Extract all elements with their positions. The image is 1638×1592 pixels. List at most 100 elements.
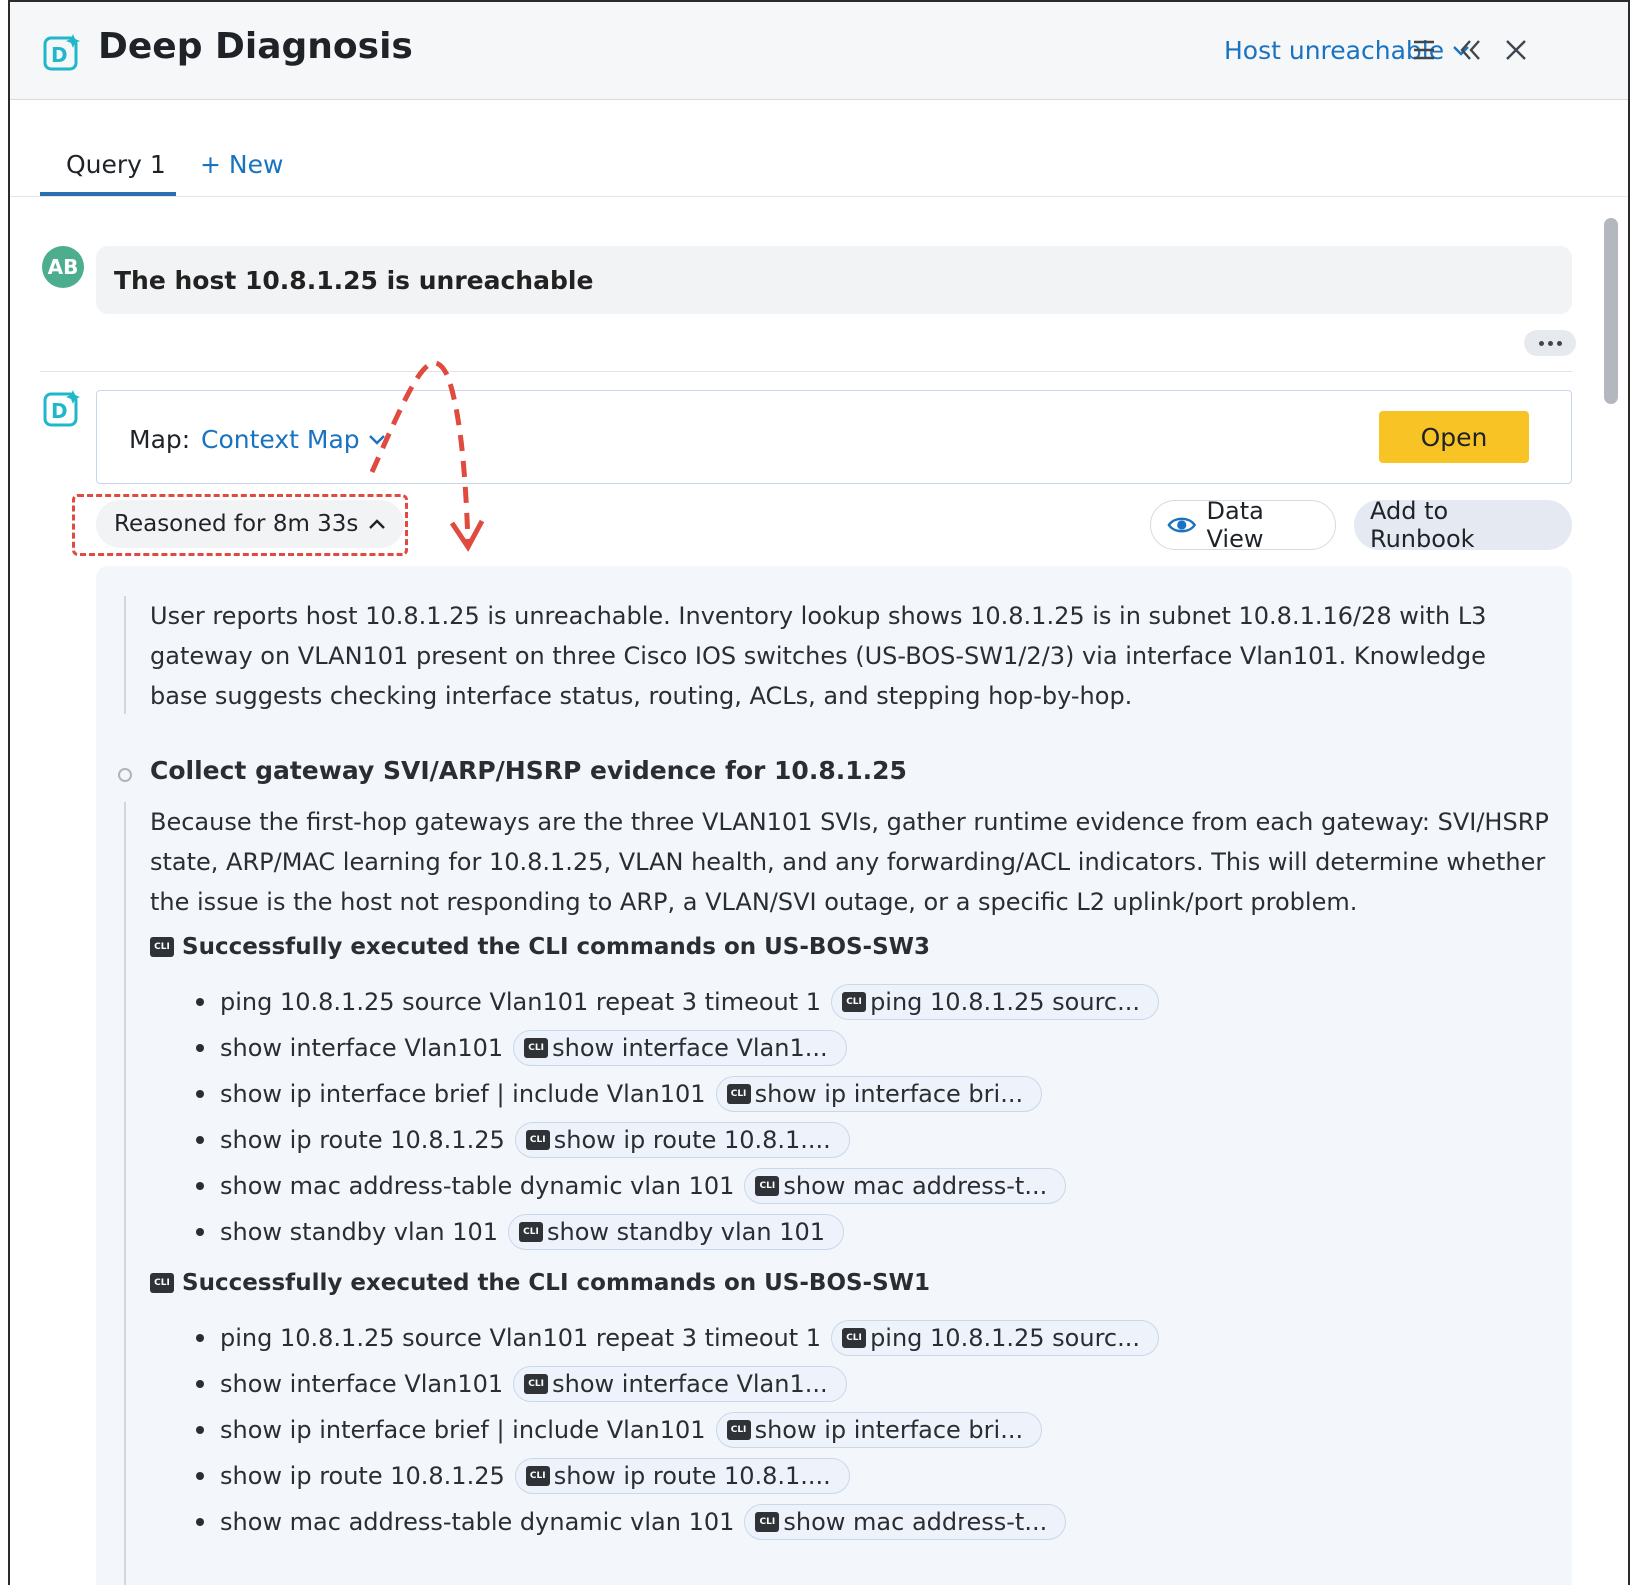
bullet: [196, 1228, 204, 1236]
terminal-icon: CLI: [842, 992, 867, 1012]
map-selector[interactable]: Context Map: [201, 425, 386, 454]
new-query-tab[interactable]: + New: [200, 150, 283, 179]
cli-group-heading-text: Successfully executed the CLI commands o…: [182, 934, 931, 960]
data-view-button[interactable]: Data View: [1150, 497, 1336, 553]
tab-query-1[interactable]: Query 1: [66, 150, 166, 179]
deep-diagnosis-logo-icon: D: [43, 34, 80, 71]
assistant-logo-icon: D: [43, 390, 80, 427]
bullet: [196, 1044, 204, 1052]
command-output-chip[interactable]: CLI show interface Vlan1...: [513, 1030, 847, 1066]
terminal-icon: CLI: [519, 1222, 544, 1242]
list-item: ping 10.8.1.25 source Vlan101 repeat 3 t…: [196, 1320, 1159, 1356]
terminal-icon: CLI: [726, 1084, 751, 1104]
step-title: Collect gateway SVI/ARP/HSRP evidence fo…: [150, 756, 907, 785]
list-item: show interface Vlan101 CLI show interface…: [196, 1366, 847, 1402]
bullet: [196, 1136, 204, 1144]
cli-group-heading-text: Successfully executed the CLI commands o…: [182, 1270, 931, 1296]
map-label: Map:: [129, 425, 191, 454]
list-item: show ip interface brief | include Vlan10…: [196, 1412, 1043, 1448]
terminal-icon: CLI: [150, 1273, 174, 1293]
deep-diagnosis-panel: D Deep Diagnosis Host unreachable Query …: [8, 0, 1630, 1585]
bullet: [196, 1518, 204, 1526]
command-output-chip[interactable]: CLI ping 10.8.1.25 sourc...: [831, 984, 1159, 1020]
query-tabs: Query 1 + New: [10, 100, 1628, 197]
bullet: [196, 1380, 204, 1388]
command-output-chip[interactable]: CLI show ip interface bri...: [715, 1076, 1043, 1112]
command-text: show interface Vlan101: [220, 1370, 504, 1398]
active-tab-indicator: [40, 192, 176, 196]
command-output-chip-label: ping 10.8.1.25 sourc...: [870, 988, 1140, 1016]
command-output-chip[interactable]: CLI show standby vlan 101: [508, 1214, 845, 1250]
terminal-icon: CLI: [525, 1130, 550, 1150]
bullet: [196, 1334, 204, 1342]
step-status-icon: [118, 768, 132, 782]
command-output-chip-label: show ip route 10.8.1....: [553, 1462, 831, 1490]
command-text: show ip interface brief | include Vlan10…: [220, 1416, 706, 1444]
reasoning-summary: User reports host 10.8.1.25 is unreachab…: [150, 602, 1487, 710]
dot-icon: [1547, 340, 1553, 346]
list-item: show mac address-table dynamic vlan 101 …: [196, 1168, 1067, 1204]
list-item: ping 10.8.1.25 source Vlan101 repeat 3 t…: [196, 984, 1159, 1020]
terminal-icon: CLI: [524, 1374, 549, 1394]
dot-icon: [1556, 340, 1562, 346]
eye-icon: [1167, 517, 1197, 533]
add-to-runbook-button[interactable]: Add to Runbook: [1354, 497, 1572, 553]
bullet: [196, 1090, 204, 1098]
cli-group-heading: CLI Successfully executed the CLI comman…: [150, 1270, 930, 1296]
more-options-button[interactable]: [1524, 330, 1576, 356]
command-output-chip[interactable]: CLI show ip route 10.8.1....: [514, 1458, 850, 1494]
terminal-icon: CLI: [755, 1512, 780, 1532]
bullet: [196, 1182, 204, 1190]
command-output-chip[interactable]: CLI show mac address-t...: [744, 1168, 1067, 1204]
reasoning-content: User reports host 10.8.1.25 is unreachab…: [96, 566, 1572, 1585]
list-item: show ip route 10.8.1.25 CLI show ip route…: [196, 1122, 850, 1158]
command-text: show interface Vlan101: [220, 1034, 504, 1062]
command-output-chip[interactable]: CLI show mac address-t...: [744, 1504, 1067, 1540]
command-output-chip-label: show ip interface bri...: [754, 1080, 1024, 1108]
command-text: show ip route 10.8.1.25: [220, 1462, 505, 1490]
scrollbar-thumb[interactable]: [1604, 218, 1618, 404]
command-output-chip[interactable]: CLI ping 10.8.1.25 sourc...: [831, 1320, 1159, 1356]
command-output-chip[interactable]: CLI show interface Vlan1...: [513, 1366, 847, 1402]
app-title: Deep Diagnosis: [98, 26, 413, 67]
data-view-label: Data View: [1206, 497, 1264, 553]
terminal-icon: CLI: [525, 1466, 550, 1486]
map-selector-value: Context Map: [201, 425, 360, 454]
command-output-chip[interactable]: CLI show ip route 10.8.1....: [514, 1122, 850, 1158]
open-map-button[interactable]: Open: [1379, 411, 1529, 463]
user-avatar: AB: [42, 246, 84, 288]
command-output-chip-label: show mac address-t...: [783, 1172, 1048, 1200]
collapse-double-chevron-icon[interactable]: [1454, 34, 1486, 66]
scrollbar[interactable]: [1602, 214, 1620, 1585]
dot-icon: [1538, 340, 1544, 346]
command-text: show mac address-table dynamic vlan 101: [220, 1172, 735, 1200]
terminal-icon: CLI: [726, 1420, 751, 1440]
map-card: Map: Context Map Open: [96, 390, 1572, 484]
terminal-icon: CLI: [755, 1176, 780, 1196]
list-item: show ip route 10.8.1.25 CLI show ip route…: [196, 1458, 850, 1494]
list-item: show standby vlan 101 CLI show standby vl…: [196, 1214, 845, 1250]
svg-text:D: D: [51, 399, 68, 423]
bullet: [196, 1472, 204, 1480]
command-output-chip-label: show standby vlan 101: [547, 1218, 826, 1246]
step-description: Because the first-hop gateways are the t…: [150, 808, 1549, 916]
chevron-up-icon: [369, 519, 386, 529]
menu-icon[interactable]: [1408, 34, 1440, 66]
command-text: show ip route 10.8.1.25: [220, 1126, 505, 1154]
command-output-chip-label: show interface Vlan1...: [552, 1370, 828, 1398]
command-text: show ip interface brief | include Vlan10…: [220, 1080, 706, 1108]
summary-rule: [124, 596, 126, 714]
list-item: show mac address-table dynamic vlan 101 …: [196, 1504, 1067, 1540]
command-output-chip[interactable]: CLI show ip interface bri...: [715, 1412, 1043, 1448]
terminal-icon: CLI: [524, 1038, 549, 1058]
user-query-text: The host 10.8.1.25 is unreachable: [96, 246, 1572, 314]
command-text: ping 10.8.1.25 source Vlan101 repeat 3 t…: [220, 1324, 822, 1352]
reasoning-toggle-label: Reasoned for 8m 33s: [114, 511, 359, 537]
command-output-chip-label: show ip interface bri...: [754, 1416, 1024, 1444]
list-item: show ip interface brief | include Vlan10…: [196, 1076, 1043, 1112]
panel-header: D Deep Diagnosis Host unreachable: [10, 2, 1628, 100]
list-item: show interface Vlan101 CLI show interface…: [196, 1030, 847, 1066]
close-icon[interactable]: [1500, 34, 1532, 66]
reasoning-toggle[interactable]: Reasoned for 8m 33s: [96, 500, 405, 548]
svg-text:D: D: [51, 43, 68, 67]
